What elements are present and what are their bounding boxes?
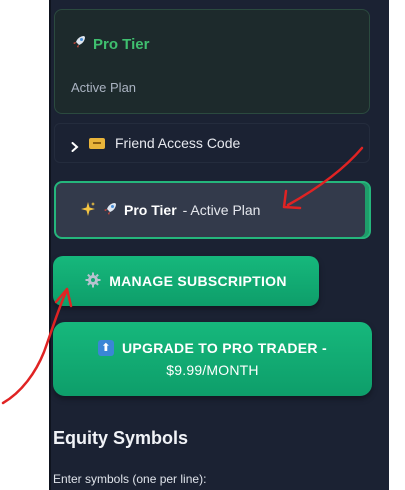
upgrade-price: $9.99/MONTH: [166, 362, 259, 378]
right-edge: [389, 0, 405, 490]
sparkles-icon: [80, 201, 96, 220]
active-plan-banner: Pro Tier - Active Plan: [54, 181, 371, 239]
rocket-icon: [102, 201, 118, 220]
active-plan-status: - Active Plan: [182, 202, 261, 218]
up-arrow-icon: ⬆: [98, 340, 114, 356]
upgrade-pro-trader-button[interactable]: ⬆ UPGRADE TO PRO TRADER - $9.99/MONTH: [53, 322, 372, 396]
active-plan-name: Pro Tier: [124, 202, 177, 218]
ticket-icon: [89, 137, 105, 149]
page: Pro Tier Active Plan Friend Access Code: [0, 0, 405, 490]
plan-status-card: Pro Tier Active Plan: [54, 9, 370, 114]
upgrade-line-1: ⬆ UPGRADE TO PRO TRADER -: [98, 340, 327, 356]
plan-status-subtitle: Active Plan: [71, 80, 137, 95]
plan-status-title: Pro Tier: [71, 34, 149, 54]
manage-subscription-button[interactable]: MANAGE SUBSCRIPTION: [53, 256, 319, 306]
upgrade-label: UPGRADE TO PRO TRADER -: [122, 340, 327, 356]
rocket-icon: [71, 34, 87, 54]
gear-icon: [85, 272, 101, 291]
friend-access-code-label: Friend Access Code: [115, 135, 241, 151]
plan-status-title-text: Pro Tier: [93, 35, 150, 53]
equity-symbols-heading: Equity Symbols: [53, 428, 189, 448]
manage-subscription-label: MANAGE SUBSCRIPTION: [109, 273, 287, 289]
chevron-right-icon: [71, 139, 79, 152]
friend-access-code-expander[interactable]: Friend Access Code: [54, 123, 370, 163]
symbols-input-label: Enter symbols (one per line):: [53, 472, 207, 486]
